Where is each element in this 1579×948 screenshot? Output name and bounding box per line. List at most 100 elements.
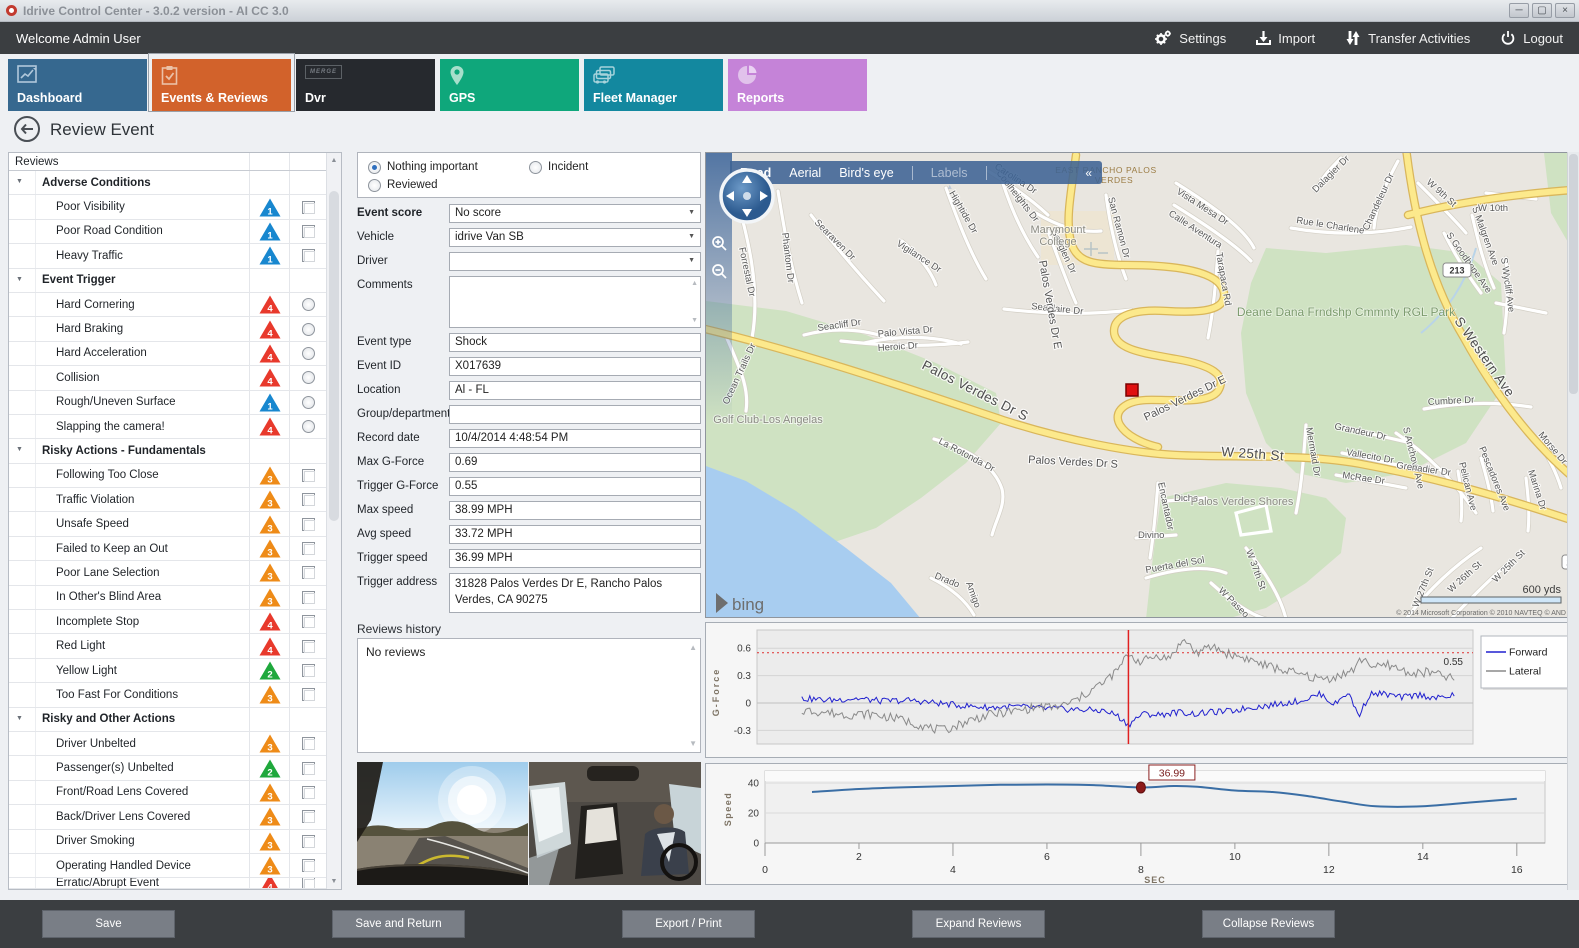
collapse-icon[interactable]: ▼ bbox=[16, 276, 23, 283]
map-view-labels[interactable]: Labels bbox=[931, 166, 968, 180]
page-scrollbar[interactable] bbox=[1567, 152, 1579, 890]
item-checkbox[interactable] bbox=[302, 688, 315, 701]
reviews-scrollbar[interactable]: ▲ ▼ bbox=[326, 153, 341, 889]
transfer-activities-button[interactable]: Transfer Activities bbox=[1345, 30, 1470, 46]
review-item-row[interactable]: Unsafe Speed3 bbox=[9, 512, 327, 536]
item-checkbox[interactable] bbox=[302, 249, 315, 262]
review-item-row[interactable]: Yellow Light2 bbox=[9, 659, 327, 683]
review-item-row[interactable]: Collision4 bbox=[9, 366, 327, 390]
collapse-icon[interactable]: ▼ bbox=[16, 446, 23, 453]
save-button[interactable]: Save bbox=[42, 910, 175, 938]
item-radio[interactable] bbox=[302, 323, 315, 336]
item-radio[interactable] bbox=[302, 371, 315, 384]
item-checkbox[interactable] bbox=[302, 859, 315, 872]
item-checkbox[interactable] bbox=[302, 615, 315, 628]
tab-events-reviews[interactable]: Events & Reviews bbox=[152, 59, 291, 111]
item-checkbox[interactable] bbox=[302, 664, 315, 677]
review-item-row[interactable]: Poor Visibility1 bbox=[9, 195, 327, 219]
review-item-row[interactable]: Erratic/Abrupt Event4 bbox=[9, 878, 327, 889]
item-checkbox[interactable] bbox=[302, 518, 315, 531]
collapse-icon[interactable]: ▼ bbox=[16, 178, 23, 185]
review-item-row[interactable]: Failed to Keep an Out3 bbox=[9, 537, 327, 561]
radio-nothing-important[interactable]: Nothing important bbox=[368, 161, 529, 174]
driver-camera-thumbnail[interactable] bbox=[529, 762, 701, 885]
tab-reports[interactable]: Reports bbox=[728, 59, 867, 111]
export-print-button[interactable]: Export / Print bbox=[622, 910, 755, 938]
field-event-id-input[interactable]: X017639 bbox=[449, 357, 701, 376]
radio-icon[interactable] bbox=[368, 179, 381, 192]
review-item-row[interactable]: Incomplete Stop4 bbox=[9, 610, 327, 634]
map-panel[interactable]: Forrestal DrPhantom DrSearaven DrVigilan… bbox=[705, 152, 1579, 618]
field-max-g-force-input[interactable]: 0.69 bbox=[449, 453, 701, 472]
scroll-up-icon[interactable]: ▲ bbox=[327, 153, 341, 168]
review-item-row[interactable]: Heavy Traffic1 bbox=[9, 244, 327, 268]
review-item-row[interactable]: Too Fast For Conditions3 bbox=[9, 683, 327, 707]
scroll-down-icon[interactable]: ▼ bbox=[689, 739, 697, 748]
review-item-row[interactable]: Hard Acceleration4 bbox=[9, 342, 327, 366]
save-and-return-button[interactable]: Save and Return bbox=[332, 910, 465, 938]
back-button[interactable] bbox=[14, 116, 40, 142]
collapse-icon[interactable]: ▼ bbox=[16, 715, 23, 722]
logout-button[interactable]: Logout bbox=[1500, 30, 1563, 46]
radio-incident[interactable]: Incident bbox=[529, 161, 690, 174]
item-checkbox[interactable] bbox=[302, 225, 315, 238]
tab-gps[interactable]: GPS bbox=[440, 59, 579, 111]
event-location-marker[interactable] bbox=[1126, 384, 1138, 396]
review-item-row[interactable]: Driver Smoking3 bbox=[9, 830, 327, 854]
field-avg-speed-input[interactable]: 33.72 MPH bbox=[449, 525, 701, 544]
field-trigger-speed-input[interactable]: 36.99 MPH bbox=[449, 549, 701, 568]
item-checkbox[interactable] bbox=[302, 835, 315, 848]
review-item-row[interactable]: Rough/Uneven Surface1 bbox=[9, 391, 327, 415]
item-radio[interactable] bbox=[302, 298, 315, 311]
field-trigger-address-input[interactable]: 31828 Palos Verdes Dr E, Rancho Palos Ve… bbox=[449, 573, 701, 613]
review-group-row[interactable]: ▼Risky Actions - Fundamentals bbox=[9, 439, 327, 463]
review-group-row[interactable]: ▼Risky and Other Actions bbox=[9, 708, 327, 732]
tab-fleet-manager[interactable]: Fleet Manager bbox=[584, 59, 723, 111]
field-driver-dropdown[interactable] bbox=[449, 252, 701, 271]
item-checkbox[interactable] bbox=[302, 878, 315, 889]
tab-dashboard[interactable]: Dashboard bbox=[8, 59, 147, 111]
map-pan-compass[interactable] bbox=[718, 167, 776, 225]
review-item-row[interactable]: Poor Lane Selection3 bbox=[9, 561, 327, 585]
item-checkbox[interactable] bbox=[302, 640, 315, 653]
field-location-input[interactable]: Al - FL bbox=[449, 381, 701, 400]
expand-reviews-button[interactable]: Expand Reviews bbox=[912, 910, 1045, 938]
radio-icon[interactable] bbox=[529, 161, 542, 174]
field-event-type-input[interactable]: Shock bbox=[449, 333, 701, 352]
settings-button[interactable]: Settings bbox=[1154, 30, 1226, 46]
item-radio[interactable] bbox=[302, 347, 315, 360]
review-item-row[interactable]: Back/Driver Lens Covered3 bbox=[9, 805, 327, 829]
item-checkbox[interactable] bbox=[302, 737, 315, 750]
review-item-row[interactable]: Red Light4 bbox=[9, 634, 327, 658]
scroll-down-icon[interactable]: ▼ bbox=[691, 317, 698, 324]
review-item-row[interactable]: Hard Braking4 bbox=[9, 317, 327, 341]
zoom-in-button[interactable] bbox=[711, 235, 728, 255]
item-checkbox[interactable] bbox=[302, 542, 315, 555]
item-checkbox[interactable] bbox=[302, 469, 315, 482]
item-checkbox[interactable] bbox=[302, 786, 315, 799]
field-record-date-input[interactable]: 10/4/2014 4:48:54 PM bbox=[449, 429, 701, 448]
item-checkbox[interactable] bbox=[302, 762, 315, 775]
map-view-birds-eye[interactable]: Bird's eye bbox=[839, 166, 894, 180]
tab-dvr[interactable]: MERGE Dvr bbox=[296, 59, 435, 111]
radio-icon[interactable] bbox=[368, 161, 381, 174]
field-group-department-input[interactable] bbox=[449, 405, 701, 424]
field-comments-input[interactable]: ▲▼ bbox=[449, 276, 701, 328]
review-item-row[interactable]: Front/Road Lens Covered3 bbox=[9, 781, 327, 805]
review-item-row[interactable]: Following Too Close3 bbox=[9, 464, 327, 488]
item-checkbox[interactable] bbox=[302, 566, 315, 579]
scroll-down-icon[interactable]: ▼ bbox=[327, 874, 341, 889]
field-vehicle-dropdown[interactable]: idrive Van SB bbox=[449, 228, 701, 247]
collapse-reviews-button[interactable]: Collapse Reviews bbox=[1202, 910, 1335, 938]
scroll-up-icon[interactable]: ▲ bbox=[689, 643, 697, 652]
close-button[interactable]: × bbox=[1555, 3, 1575, 18]
zoom-out-button[interactable] bbox=[711, 263, 728, 283]
minimize-button[interactable]: ─ bbox=[1509, 3, 1529, 18]
item-checkbox[interactable] bbox=[302, 493, 315, 506]
review-item-row[interactable]: Slapping the camera!4 bbox=[9, 415, 327, 439]
item-checkbox[interactable] bbox=[302, 810, 315, 823]
review-item-row[interactable]: Driver Unbelted3 bbox=[9, 732, 327, 756]
field-event-score-dropdown[interactable]: No score bbox=[449, 204, 701, 223]
review-group-row[interactable]: ▼Event Trigger bbox=[9, 269, 327, 293]
review-item-row[interactable]: Hard Cornering4 bbox=[9, 293, 327, 317]
